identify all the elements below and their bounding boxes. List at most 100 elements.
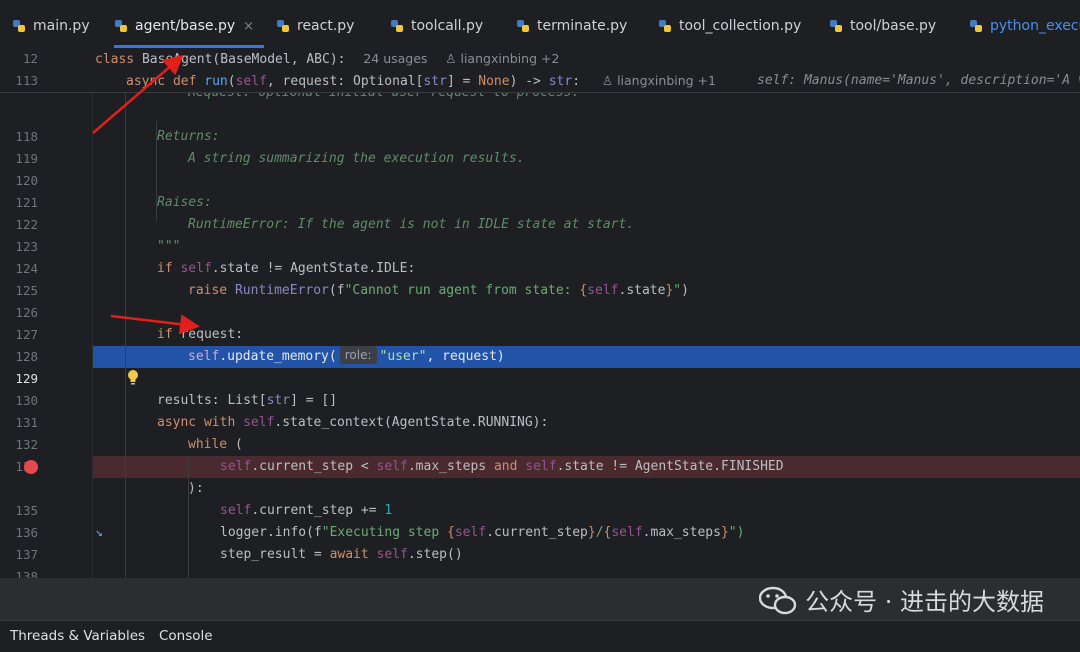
code-token: .step() — [407, 547, 463, 562]
python-file-icon — [12, 3, 26, 48]
code-line[interactable]: 127 — [0, 302, 1080, 342]
string-token: / — [595, 525, 604, 540]
code-token: { — [446, 525, 455, 540]
code-line[interactable]: 133 while ( — [0, 434, 1080, 474]
author-icon: ♙ — [445, 51, 457, 66]
author-icon: ♙ — [601, 73, 614, 88]
tab-label: toolcall.py — [411, 18, 484, 34]
tab-label: tool/base.py — [850, 18, 937, 34]
code-editor[interactable]: Request: Optional initial user request t… — [0, 93, 1080, 578]
line-number: 113 — [15, 73, 38, 88]
code-token: logger.info( — [220, 525, 314, 540]
code-line[interactable]: 122 Raises: — [0, 192, 1080, 232]
code-token: .state != AgentState.IDLE: — [211, 261, 416, 276]
self-token: self — [235, 74, 267, 89]
code-token: .update_memory( — [219, 349, 337, 364]
code-line[interactable]: 136 self.current_step += 1 — [0, 500, 1080, 540]
code-line[interactable]: 125 if self.state != AgentState.IDLE: — [0, 258, 1080, 298]
code-line[interactable]: 137 ↘ logger.info(f"Executing step {self… — [0, 522, 1080, 562]
execution-point-line[interactable]: 129 self.update_memory(role: "user", requ… — [0, 346, 1080, 386]
code-token: : — [572, 74, 581, 89]
python-file-icon — [829, 3, 843, 48]
code-line[interactable]: 119 Returns: — [0, 126, 1080, 166]
string-token: "Cannot run agent from state: — [344, 283, 580, 298]
code-line[interactable]: 139 — [0, 566, 1080, 578]
code-token: ) -> — [509, 74, 549, 89]
inline-debug-value[interactable]: self: Manus(name='Manus', description='A… — [757, 70, 1080, 92]
code-token: } — [720, 525, 729, 540]
docstring-text: RuntimeError: If the agent is not in IDL… — [188, 217, 635, 232]
code-line[interactable]: 131 results: List[str] = [] — [0, 390, 1080, 430]
tab-label: python_execut — [990, 18, 1080, 34]
editor-tab-bar: main.py agent/base.py × react.py toolcall… — [0, 0, 1080, 49]
parameter-hint: role: — [339, 346, 377, 364]
code-token: .current_step — [486, 525, 588, 540]
tab-label: agent/base.py — [135, 18, 236, 34]
type-token: str — [423, 74, 447, 89]
docstring-text: Raises: — [157, 195, 212, 210]
tab-console[interactable]: Console — [159, 621, 213, 648]
tab-tool-collection-py[interactable]: tool_collection.py — [658, 0, 801, 47]
code-token: , request) — [426, 349, 505, 364]
function-name: run — [204, 74, 228, 89]
code-token: .state — [618, 283, 666, 298]
tab-tool-base-py[interactable]: tool/base.py — [829, 0, 936, 47]
code-token: ): — [188, 481, 204, 496]
python-file-icon — [516, 3, 530, 48]
tab-label: main.py — [33, 18, 90, 34]
tab-toolcall-py[interactable]: toolcall.py — [390, 0, 483, 47]
self-token: self — [587, 283, 619, 298]
class-bases: (BaseModel, ABC): — [212, 52, 346, 67]
code-line[interactable]: 128 if request: — [0, 324, 1080, 385]
breakpoint-line[interactable]: self.current_step < self.max_steps and s… — [0, 456, 1080, 478]
author-info[interactable]: liangxinbing +1 — [617, 73, 716, 88]
code-line[interactable]: 124 """ — [0, 236, 1080, 276]
tab-react-py[interactable]: react.py — [276, 0, 354, 47]
code-token: .max_steps — [407, 459, 494, 474]
code-token: f — [313, 525, 322, 540]
code-line[interactable]: 120 A string summarizing the execution r… — [0, 148, 1080, 188]
author-info[interactable]: liangxinbing +2 — [460, 51, 559, 66]
self-token: self — [454, 525, 487, 540]
keyword: if — [157, 327, 181, 342]
docstring-text: """ — [157, 239, 181, 254]
watermark: 公众号 · 进击的大数据 — [758, 584, 1044, 620]
code-token: .state != AgentState.FINISHED — [556, 459, 784, 474]
tab-main-py[interactable]: main.py — [12, 0, 90, 47]
keyword: await — [329, 547, 377, 562]
code-token: ( — [234, 437, 243, 452]
close-icon[interactable]: × — [243, 19, 254, 34]
indent-guide — [188, 456, 189, 578]
sticky-scope-method[interactable]: 113 async def run(self, request: Optiona… — [0, 70, 1080, 93]
breakpoint-icon[interactable] — [24, 460, 38, 474]
code-line[interactable]: Request: Optional initial user request t… — [0, 93, 1080, 104]
code-line[interactable]: 126 raise RuntimeError(f"Cannot run agen… — [0, 280, 1080, 320]
code-line[interactable]: 123 RuntimeError: If the agent is not in… — [0, 214, 1080, 254]
code-line[interactable]: 138 step_result = await self.step() — [0, 544, 1080, 578]
self-token: self — [525, 459, 557, 474]
docstring-text: Request: Optional initial user request t… — [188, 93, 579, 104]
code-line[interactable]: 135 ): — [0, 478, 1080, 518]
wechat-icon — [758, 586, 797, 615]
indent-guide — [156, 121, 157, 221]
tab-terminate-py[interactable]: terminate.py — [516, 0, 627, 47]
keyword: raise — [188, 283, 235, 298]
code-token: { — [579, 283, 588, 298]
tab-agent-base-py[interactable]: agent/base.py × — [114, 0, 265, 48]
code-line[interactable]: 118 — [0, 104, 1080, 144]
docstring-text: Returns: — [157, 129, 220, 144]
tab-label: terminate.py — [537, 18, 628, 34]
code-line[interactable]: 132 async with self.state_context(AgentS… — [0, 412, 1080, 452]
number-token: 1 — [384, 503, 393, 518]
gutter-divider — [92, 93, 93, 578]
code-token: (f — [328, 283, 345, 298]
code-token: .current_step < — [251, 459, 377, 474]
code-token: .max_steps — [642, 525, 721, 540]
tab-threads-variables[interactable]: Threads & Variables — [10, 621, 145, 648]
code-line[interactable]: 121 — [0, 170, 1080, 210]
sticky-scope-class[interactable]: 12 class BaseAgent(BaseModel, ABC): 24 u… — [0, 48, 1080, 70]
tab-python-execute-py[interactable]: python_execut — [969, 0, 1080, 47]
usages-count[interactable]: 24 usages — [363, 51, 427, 66]
code-line[interactable]: 130 — [0, 368, 1080, 408]
keyword: and — [493, 459, 526, 474]
